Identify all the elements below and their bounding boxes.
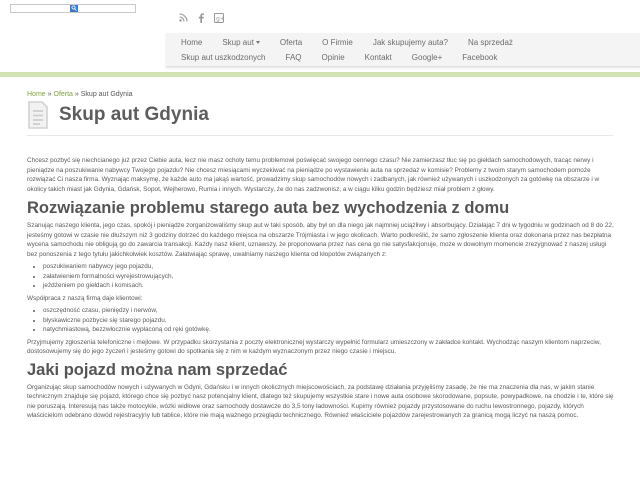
title-row: Skup aut Gdynia — [27, 100, 209, 130]
document-icon — [27, 101, 49, 129]
nav-item-faq[interactable]: FAQ — [266, 51, 302, 65]
google-plus-icon[interactable]: g+ — [214, 13, 225, 23]
nav-item-skup-uszkodzonych[interactable]: Skup aut uszkodzonych — [166, 51, 266, 65]
page-title: Skup aut Gdynia — [59, 104, 209, 125]
header-divider — [0, 72, 640, 77]
nav-item-jak-skupujemy[interactable]: Jak skupujemy auta? — [353, 36, 448, 50]
title-divider — [27, 135, 613, 136]
article-content: Chcesz pozbyć się niechcianego już przez… — [27, 156, 615, 421]
nav-item-opinie[interactable]: Opinie — [302, 51, 345, 65]
paragraph: Współpraca z naszą firmą daje klientowi: — [27, 294, 143, 302]
facebook-icon[interactable] — [196, 13, 206, 23]
nav-item-o-firmie[interactable]: O Firmie — [302, 36, 353, 50]
paragraph: Organizując skup samochodów nowych i uży… — [27, 383, 614, 420]
list-item: jeżdżeniem po giełdach i komisach. — [43, 281, 615, 291]
breadcrumb-home-link[interactable]: Home — [27, 91, 46, 98]
list-item: poszukiwaniem nabywcy jego pojazdu, — [43, 262, 615, 272]
section-heading: Jaki pojazd można nam sprzedać — [27, 360, 288, 379]
breadcrumb: Home » Oferta » Skup aut Gdynia — [27, 91, 133, 98]
list-item: oszczędność czasu, pieniędzy i nerwów, — [43, 306, 615, 316]
svg-text:g+: g+ — [216, 16, 224, 23]
nav-item-google-plus[interactable]: Google+ — [392, 51, 442, 65]
rss-icon[interactable] — [178, 13, 188, 23]
list-item: błyskawiczne pozbycie się starego pojazd… — [43, 316, 615, 326]
list-item: załatwieniem formalności wyrejestrowując… — [43, 272, 615, 282]
paragraph: Szanując naszego klienta, jego czas, spo… — [27, 222, 614, 258]
nav-item-skup-aut-label: Skup aut — [222, 38, 254, 47]
breadcrumb-current: Skup aut Gdynia — [80, 91, 133, 98]
breadcrumb-separator: » — [47, 91, 52, 98]
problem-list: poszukiwaniem nabywcy jego pojazdu, zała… — [27, 262, 615, 291]
nav-row-2: Skup aut uszkodzonych FAQ Opinie Kontakt… — [166, 51, 497, 65]
nav-row-1: Home Skup aut Oferta O Firmie Jak skupuj… — [166, 36, 513, 50]
list-item: natychmiastową, bezzwłocznie wypłaconą o… — [43, 325, 615, 335]
breadcrumb-separator: » — [74, 91, 79, 98]
top-bar: g+ Home Skup aut Oferta O Firmie Jak sku… — [0, 0, 640, 72]
nav-item-kontakt[interactable]: Kontakt — [345, 51, 392, 65]
nav-item-home[interactable]: Home — [166, 36, 202, 50]
benefit-list: oszczędność czasu, pieniędzy i nerwów, b… — [27, 306, 615, 335]
nav-item-oferta[interactable]: Oferta — [260, 36, 302, 50]
nav-item-na-sprzedaz[interactable]: Na sprzedaż — [448, 36, 513, 50]
nav-item-skup-aut[interactable]: Skup aut — [202, 36, 260, 50]
breadcrumb-oferta-link[interactable]: Oferta — [54, 91, 73, 98]
main-navigation: Home Skup aut Oferta O Firmie Jak skupuj… — [166, 33, 640, 67]
social-links: g+ — [178, 13, 225, 23]
nav-item-facebook[interactable]: Facebook — [442, 51, 497, 65]
paragraph: Przyjmujemy zgłoszenia telefoniczne i me… — [27, 338, 601, 356]
section-heading: Rozwiązanie problemu starego auta bez wy… — [27, 199, 510, 217]
search-icon[interactable] — [70, 5, 78, 12]
intro-paragraph: Chcesz pozbyć się niechcianego już przez… — [27, 157, 600, 193]
